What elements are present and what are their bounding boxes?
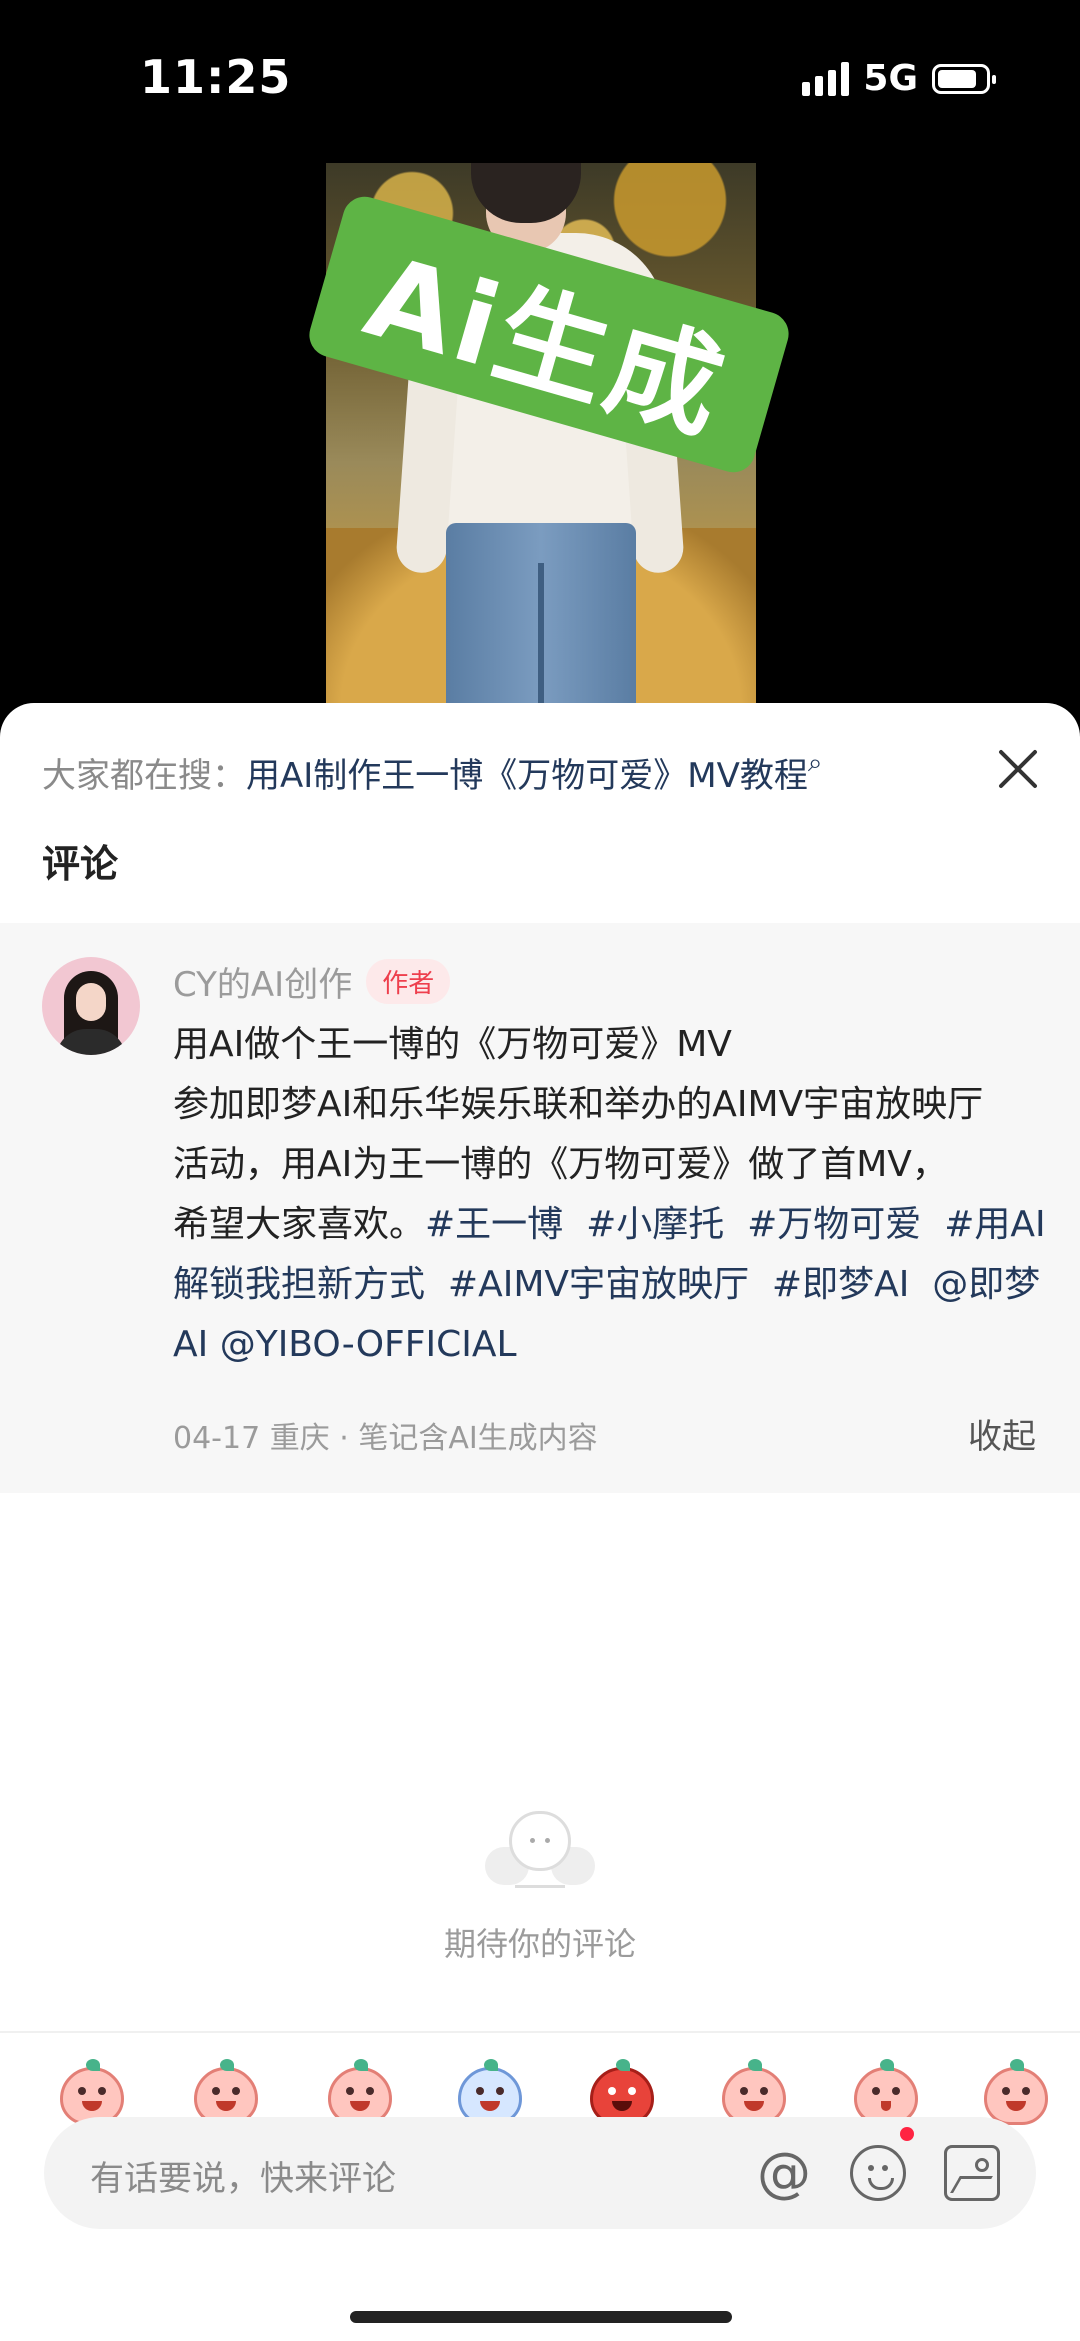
author-name[interactable]: CY的AI创作 xyxy=(173,957,352,1006)
author-post: CY的AI创作 作者 用AI做个王一博的《万物可爱》MV 参加即梦AI和乐华娱乐… xyxy=(0,923,1080,1493)
person-jeans xyxy=(446,523,636,708)
empty-text: 期待你的评论 xyxy=(443,1925,636,1963)
notification-dot xyxy=(900,2127,914,2141)
post-line: 活动，用AI为王一博的《万物可爱》做了首MV， xyxy=(173,1144,948,1185)
status-indicators: 5G xyxy=(802,58,996,99)
hashtag[interactable]: #小摩托 xyxy=(586,1204,724,1245)
image-icon[interactable] xyxy=(944,2145,1000,2201)
post-body: 用AI做个王一博的《万物可爱》MV 参加即梦AI和乐华娱乐联和举办的AIMV宇宙… xyxy=(173,1015,1053,1375)
signal-icon xyxy=(802,61,850,96)
author-badge: 作者 xyxy=(366,959,451,1004)
post-card: CY的AI创作 作者 用AI做个王一博的《万物可爱》MV 参加即梦AI和乐华娱乐… xyxy=(0,923,1080,1493)
empty-comment-icon xyxy=(485,1811,595,1891)
trending-label: 大家都在搜： xyxy=(42,756,246,796)
status-time: 11:25 xyxy=(140,50,292,104)
home-indicator[interactable] xyxy=(350,2311,732,2323)
post-line: 希望大家喜欢。#王一博 #小摩托 #万物可爱 #用AI解锁我担新方式 #AIMV… xyxy=(173,1195,1053,1375)
trending-query[interactable]: 用AI制作王一博《万物可爱》MV教程 xyxy=(246,756,808,796)
post-line: 参加即梦AI和乐华娱乐联和举办的AIMV宇宙放映厅 xyxy=(173,1084,984,1125)
comment-sheet: 大家都在搜：用AI制作王一博《万物可爱》MV教程⌕ 评论 CY的AI创作 作者 … xyxy=(0,703,1080,2341)
search-icon: ⌕ xyxy=(807,748,823,778)
empty-comments: 期待你的评论 xyxy=(0,1811,1080,1965)
at-icon[interactable]: @ xyxy=(756,2145,812,2201)
post-title: 用AI做个王一博的《万物可爱》MV xyxy=(173,1024,732,1065)
hashtag[interactable]: #王一博 xyxy=(425,1204,563,1245)
hashtag[interactable]: #即梦AI xyxy=(772,1264,909,1305)
battery-icon xyxy=(932,63,996,94)
mention[interactable]: @YIBO-OFFICIAL xyxy=(220,1324,517,1365)
network-type: 5G xyxy=(863,58,918,99)
comments-title: 评论 xyxy=(42,842,119,886)
hashtag[interactable]: #万物可爱 xyxy=(747,1204,921,1245)
trending-search[interactable]: 大家都在搜：用AI制作王一博《万物可爱》MV教程⌕ xyxy=(42,748,942,797)
emoji-icon[interactable] xyxy=(850,2145,906,2201)
hashtag[interactable]: #AIMV宇宙放映厅 xyxy=(448,1264,749,1305)
post-line-text: 希望大家喜欢。 xyxy=(173,1204,426,1245)
close-button[interactable] xyxy=(992,743,1044,795)
comment-input[interactable]: 有话要说，快来评论 xyxy=(90,2151,396,2200)
post-meta: 04-17 重庆 · 笔记含AI生成内容 xyxy=(173,1421,598,1456)
comment-input-bar[interactable]: 有话要说，快来评论 @ xyxy=(44,2117,1036,2229)
author-row: CY的AI创作 作者 xyxy=(173,957,451,1006)
collapse-button[interactable]: 收起 xyxy=(968,1409,1036,1458)
status-bar: 11:25 5G xyxy=(0,0,1080,160)
avatar[interactable] xyxy=(42,957,140,1055)
